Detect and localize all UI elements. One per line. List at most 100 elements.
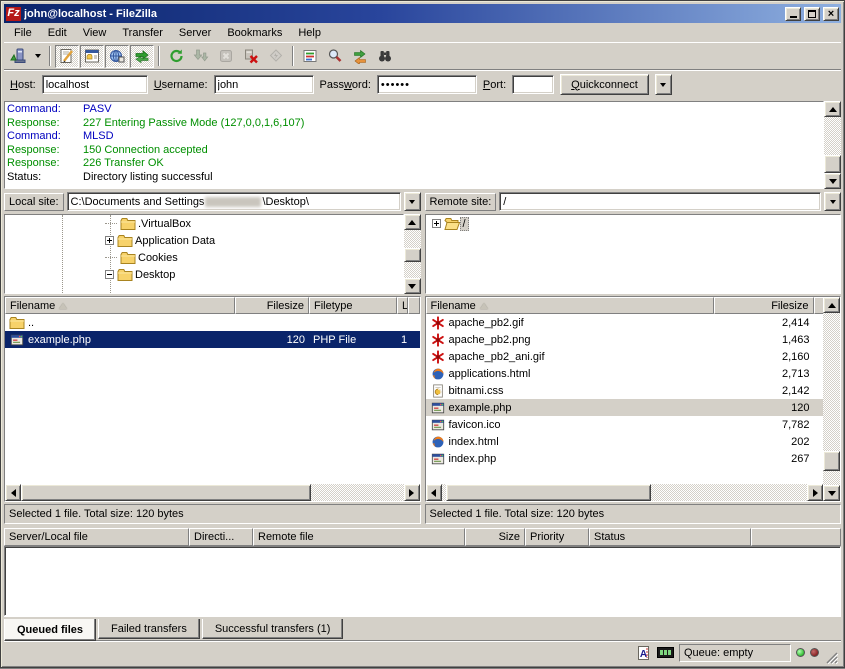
maximize-button[interactable] xyxy=(804,7,820,21)
tab-successful-transfers-[interactable]: Successful transfers (1) xyxy=(202,619,344,639)
queue-column-priority[interactable]: Priority xyxy=(525,528,589,546)
scroll-track[interactable] xyxy=(442,484,808,501)
tree-item[interactable]: / xyxy=(426,215,841,232)
scroll-left-button[interactable] xyxy=(5,484,21,501)
toggle-remote-tree-button[interactable] xyxy=(105,45,129,68)
file-row[interactable]: index.php267 xyxy=(426,450,824,467)
reconnect-button[interactable] xyxy=(264,45,288,68)
remote-site-combobox[interactable]: / xyxy=(499,192,821,211)
username-input[interactable] xyxy=(214,75,314,94)
tree-item[interactable]: Cookies xyxy=(5,249,403,266)
file-row[interactable]: apache_pb2.png1,463 xyxy=(426,331,824,348)
file-row[interactable]: index.html202 xyxy=(426,433,824,450)
log-line: Command:MLSD xyxy=(7,130,821,144)
remote-horizontal-scrollbar[interactable] xyxy=(426,484,824,501)
refresh-button[interactable] xyxy=(164,45,188,68)
toolbar-separator xyxy=(158,46,160,66)
scroll-thumb[interactable] xyxy=(824,155,841,173)
column-header-l[interactable]: L xyxy=(397,297,408,314)
scroll-track[interactable] xyxy=(21,484,404,501)
file-row[interactable]: example.php120 xyxy=(426,399,824,416)
queue-column-serverlocalfile[interactable]: Server/Local file xyxy=(4,528,189,546)
column-header-filename[interactable]: Filename xyxy=(5,297,235,314)
site-manager-dropdown-button[interactable] xyxy=(31,45,45,68)
local-site-dropdown-button[interactable] xyxy=(404,192,421,211)
column-header-filename[interactable]: Filename xyxy=(426,297,714,314)
menu-view[interactable]: View xyxy=(75,25,115,41)
local-tree-vertical-scrollbar[interactable] xyxy=(404,214,421,294)
queue-column-status[interactable]: Status xyxy=(589,528,751,546)
menu-bookmarks[interactable]: Bookmarks xyxy=(219,25,290,41)
collapse-icon[interactable] xyxy=(105,270,114,279)
remote-site-dropdown-button[interactable] xyxy=(824,192,841,211)
scroll-track[interactable] xyxy=(824,117,841,173)
scroll-up-button[interactable] xyxy=(823,297,840,313)
file-row[interactable]: bitnami.css2,142 xyxy=(426,382,824,399)
minimize-button[interactable] xyxy=(785,7,801,21)
port-input[interactable] xyxy=(512,75,554,94)
menu-file[interactable]: File xyxy=(6,25,40,41)
file-row[interactable]: applications.html2,713 xyxy=(426,365,824,382)
queue-column-size[interactable]: Size xyxy=(465,528,525,546)
scroll-thumb[interactable] xyxy=(404,248,421,262)
directory-filters-button[interactable] xyxy=(298,45,322,68)
log-vertical-scrollbar[interactable] xyxy=(824,101,841,189)
quickconnect-dropdown-button[interactable] xyxy=(655,74,672,95)
menu-help[interactable]: Help xyxy=(290,25,329,41)
host-input[interactable] xyxy=(42,75,148,94)
scroll-thumb[interactable] xyxy=(446,484,651,501)
scroll-right-button[interactable] xyxy=(807,484,823,501)
queue-status-text: Queue: empty xyxy=(679,644,791,662)
column-header-filetype[interactable]: Filetype xyxy=(309,297,397,314)
expand-icon[interactable] xyxy=(105,236,114,245)
tab-queued-files[interactable]: Queued files xyxy=(4,619,96,641)
synchronized-browsing-button[interactable] xyxy=(348,45,372,68)
toggle-message-log-button[interactable] xyxy=(55,45,79,68)
local-horizontal-scrollbar[interactable] xyxy=(5,484,420,501)
site-manager-button[interactable] xyxy=(6,45,30,68)
scroll-track[interactable] xyxy=(823,313,840,485)
menu-edit[interactable]: Edit xyxy=(40,25,75,41)
scroll-left-button[interactable] xyxy=(426,484,442,501)
tree-item[interactable]: .VirtualBox xyxy=(5,215,403,232)
scroll-up-button[interactable] xyxy=(824,101,841,117)
toggle-transfer-queue-button[interactable] xyxy=(130,45,154,68)
tab-failed-transfers[interactable]: Failed transfers xyxy=(98,619,200,639)
quickconnect-button[interactable]: Quickconnect xyxy=(560,74,649,95)
scroll-down-button[interactable] xyxy=(823,485,840,501)
tree-item[interactable]: Application Data xyxy=(5,232,403,249)
close-button[interactable]: × xyxy=(823,7,839,21)
file-row[interactable]: favicon.ico7,782 xyxy=(426,416,824,433)
scroll-up-button[interactable] xyxy=(404,214,421,230)
password-input[interactable] xyxy=(377,75,477,94)
remote-vertical-scrollbar[interactable] xyxy=(823,297,840,501)
tree-item[interactable]: Desktop xyxy=(5,266,403,283)
synchronized-browsing-icon xyxy=(352,48,368,64)
file-row[interactable]: .. xyxy=(5,314,420,331)
queue-column-directi[interactable]: Directi... xyxy=(189,528,253,546)
cancel-operation-button[interactable] xyxy=(214,45,238,68)
file-row[interactable]: example.php120PHP File1 xyxy=(5,331,420,348)
expand-icon[interactable] xyxy=(432,219,441,228)
disconnect-button[interactable] xyxy=(239,45,263,68)
menu-transfer[interactable]: Transfer xyxy=(114,25,171,41)
find-files-button[interactable] xyxy=(373,45,397,68)
scroll-track[interactable] xyxy=(404,230,421,278)
local-site-combobox[interactable]: C:\Documents and Settings\Desktop\ xyxy=(67,192,401,211)
file-row[interactable]: apache_pb2.gif2,414 xyxy=(426,314,824,331)
file-row[interactable]: apache_pb2_ani.gif2,160 xyxy=(426,348,824,365)
scroll-thumb[interactable] xyxy=(823,451,840,471)
column-header-filesize[interactable]: Filesize xyxy=(714,297,814,314)
filezilla-logo-icon[interactable]: Fz xyxy=(6,7,21,21)
scroll-down-button[interactable] xyxy=(404,278,421,294)
column-header-filesize[interactable]: Filesize xyxy=(235,297,309,314)
scroll-down-button[interactable] xyxy=(824,173,841,189)
menu-server[interactable]: Server xyxy=(171,25,219,41)
resize-grip[interactable] xyxy=(824,650,838,664)
process-queue-button[interactable] xyxy=(189,45,213,68)
toggle-local-tree-button[interactable] xyxy=(80,45,104,68)
queue-column-remotefile[interactable]: Remote file xyxy=(253,528,465,546)
scroll-thumb[interactable] xyxy=(21,484,311,501)
scroll-right-button[interactable] xyxy=(404,484,420,501)
directory-comparison-button[interactable] xyxy=(323,45,347,68)
